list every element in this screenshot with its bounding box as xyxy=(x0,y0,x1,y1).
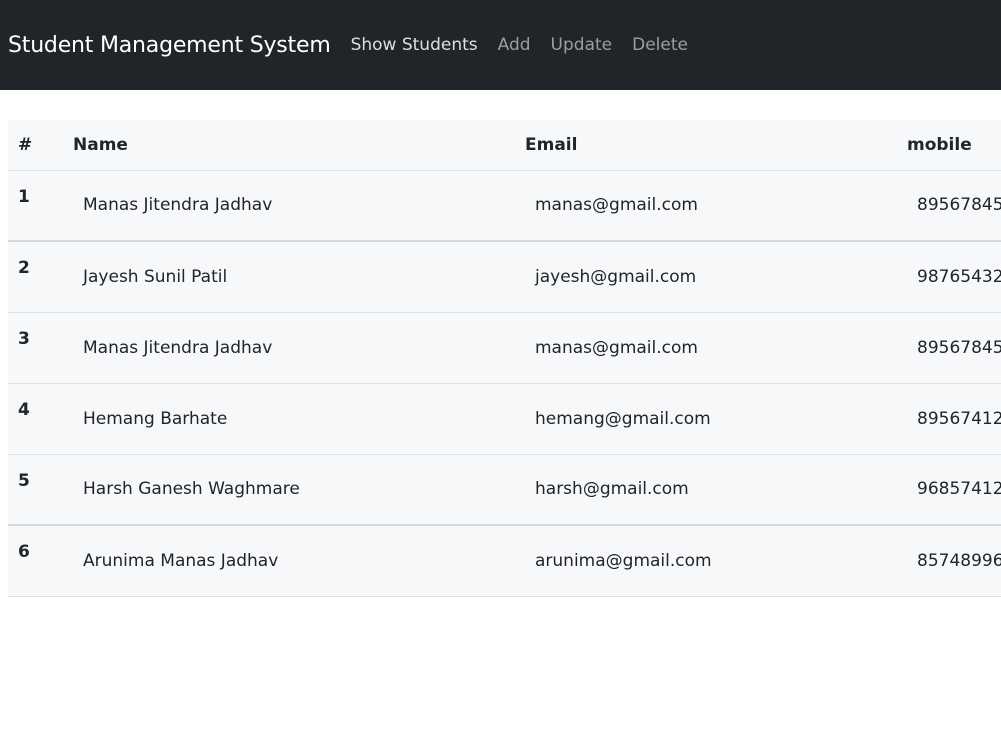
student-name: Manas Jitendra Jadhav xyxy=(63,170,515,242)
column-header-mobile: mobile xyxy=(897,120,1001,171)
row-index: 6 xyxy=(8,525,63,597)
table-row: 4 Hemang Barhate hemang@gmail.com 895674… xyxy=(8,383,1001,455)
row-index: 3 xyxy=(8,312,63,384)
table-row: 6 Arunima Manas Jadhav arunima@gmail.com… xyxy=(8,525,1001,597)
student-name: Jayesh Sunil Patil xyxy=(63,241,515,313)
student-email: arunima@gmail.com xyxy=(515,525,897,597)
column-header-name: Name xyxy=(63,120,515,171)
table-row: 1 Manas Jitendra Jadhav manas@gmail.com … xyxy=(8,170,1001,242)
table-header-row: # Name Email mobile xyxy=(8,120,1001,171)
student-mobile: 89567845 xyxy=(897,312,1001,384)
row-index: 4 xyxy=(8,383,63,455)
student-email: jayesh@gmail.com xyxy=(515,241,897,313)
row-index: 1 xyxy=(8,170,63,242)
students-table-container: # Name Email mobile 1 Manas Jitendra Jad… xyxy=(8,120,1001,597)
student-email: manas@gmail.com xyxy=(515,312,897,384)
students-table: # Name Email mobile 1 Manas Jitendra Jad… xyxy=(8,120,1001,597)
table-row: 3 Manas Jitendra Jadhav manas@gmail.com … xyxy=(8,312,1001,384)
column-header-email: Email xyxy=(515,120,897,171)
nav-links: Show Students Add Update Delete xyxy=(351,35,708,55)
navbar: Student Management System Show Students … xyxy=(0,0,1001,90)
column-header-index: # xyxy=(8,120,63,171)
nav-link-add[interactable]: Add xyxy=(498,35,531,55)
student-email: manas@gmail.com xyxy=(515,170,897,242)
student-mobile: 89567845 xyxy=(897,170,1001,242)
student-name: Manas Jitendra Jadhav xyxy=(63,312,515,384)
student-mobile: 85748996 xyxy=(897,525,1001,597)
table-row: 2 Jayesh Sunil Patil jayesh@gmail.com 98… xyxy=(8,241,1001,313)
student-mobile: 96857412 xyxy=(897,454,1001,526)
table-row: 5 Harsh Ganesh Waghmare harsh@gmail.com … xyxy=(8,454,1001,526)
student-email: harsh@gmail.com xyxy=(515,454,897,526)
brand-title[interactable]: Student Management System xyxy=(8,33,331,58)
student-email: hemang@gmail.com xyxy=(515,383,897,455)
nav-link-delete[interactable]: Delete xyxy=(632,35,688,55)
student-mobile: 98765432 xyxy=(897,241,1001,313)
nav-link-update[interactable]: Update xyxy=(551,35,613,55)
student-name: Harsh Ganesh Waghmare xyxy=(63,454,515,526)
row-index: 2 xyxy=(8,241,63,313)
student-name: Arunima Manas Jadhav xyxy=(63,525,515,597)
row-index: 5 xyxy=(8,454,63,526)
student-mobile: 89567412 xyxy=(897,383,1001,455)
nav-link-show-students[interactable]: Show Students xyxy=(351,35,478,55)
student-name: Hemang Barhate xyxy=(63,383,515,455)
